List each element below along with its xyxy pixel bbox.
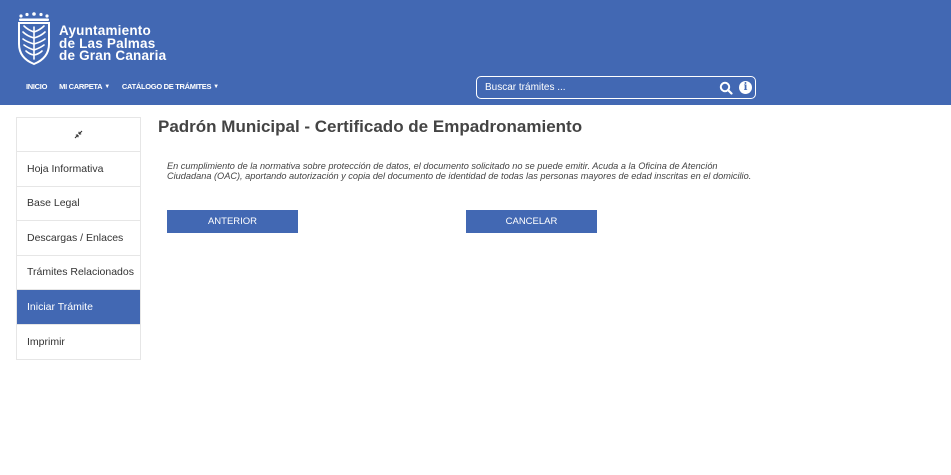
sidebar-item-base-legal[interactable]: Base Legal: [17, 187, 140, 221]
previous-button[interactable]: ANTERIOR: [167, 210, 298, 233]
sidebar: Hoja Informativa Base Legal Descargas / …: [16, 117, 141, 360]
sidebar-item-label: Descargas / Enlaces: [27, 231, 124, 244]
sidebar-item-hoja-informativa[interactable]: Hoja Informativa: [17, 152, 140, 187]
collapse-arrows-icon: [74, 130, 83, 139]
info-icon[interactable]: i: [739, 81, 752, 94]
sidebar-item-label: Trámites Relacionados: [27, 266, 134, 279]
crest-icon: [18, 12, 50, 66]
sidebar-item-tramites-relacionados[interactable]: Trámites Relacionados: [17, 256, 140, 290]
logo[interactable]: Ayuntamiento de Las Palmas de Gran Canar…: [16, 12, 166, 66]
nav-item-label: MI CARPETA: [59, 82, 103, 91]
nav-item-label: INICIO: [26, 82, 48, 91]
org-name: Ayuntamiento de Las Palmas de Gran Canar…: [59, 24, 167, 63]
search-icon[interactable]: [719, 81, 733, 95]
sidebar-item-iniciar-tramite[interactable]: Iniciar Trámite: [17, 290, 140, 325]
nav-item-catalogo-tramites[interactable]: CATÁLOGO DE TRÁMITES ▼: [122, 82, 219, 91]
header: Ayuntamiento de Las Palmas de Gran Canar…: [0, 0, 951, 105]
sidebar-toggle[interactable]: [17, 118, 140, 152]
sidebar-item-label: Iniciar Trámite: [27, 300, 93, 313]
caret-down-icon: ▼: [213, 84, 219, 90]
nav-item-label: CATÁLOGO DE TRÁMITES: [121, 82, 212, 91]
sidebar-item-label: Hoja Informativa: [27, 162, 104, 175]
data-protection-notice: En cumplimiento de la normativa sobre pr…: [167, 161, 752, 181]
page-title: Padrón Municipal - Certificado de Empadr…: [158, 117, 583, 136]
main-nav: INICIO MI CARPETA ▼ CATÁLOGO DE TRÁMITES ▼: [26, 82, 219, 91]
sidebar-item-label: Imprimir: [27, 335, 65, 348]
sidebar-item-label: Base Legal: [27, 197, 80, 210]
caret-down-icon: ▼: [104, 84, 110, 90]
sidebar-item-imprimir[interactable]: Imprimir: [17, 325, 140, 360]
nav-item-mi-carpeta[interactable]: MI CARPETA ▼: [59, 82, 110, 91]
search-box: i: [476, 76, 756, 99]
org-name-line: de Gran Canaria: [59, 48, 167, 63]
cancel-button[interactable]: CANCELAR: [466, 210, 597, 233]
sidebar-item-descargas-enlaces[interactable]: Descargas / Enlaces: [17, 221, 140, 256]
nav-item-inicio[interactable]: INICIO: [26, 82, 47, 91]
search-input[interactable]: [477, 77, 707, 98]
